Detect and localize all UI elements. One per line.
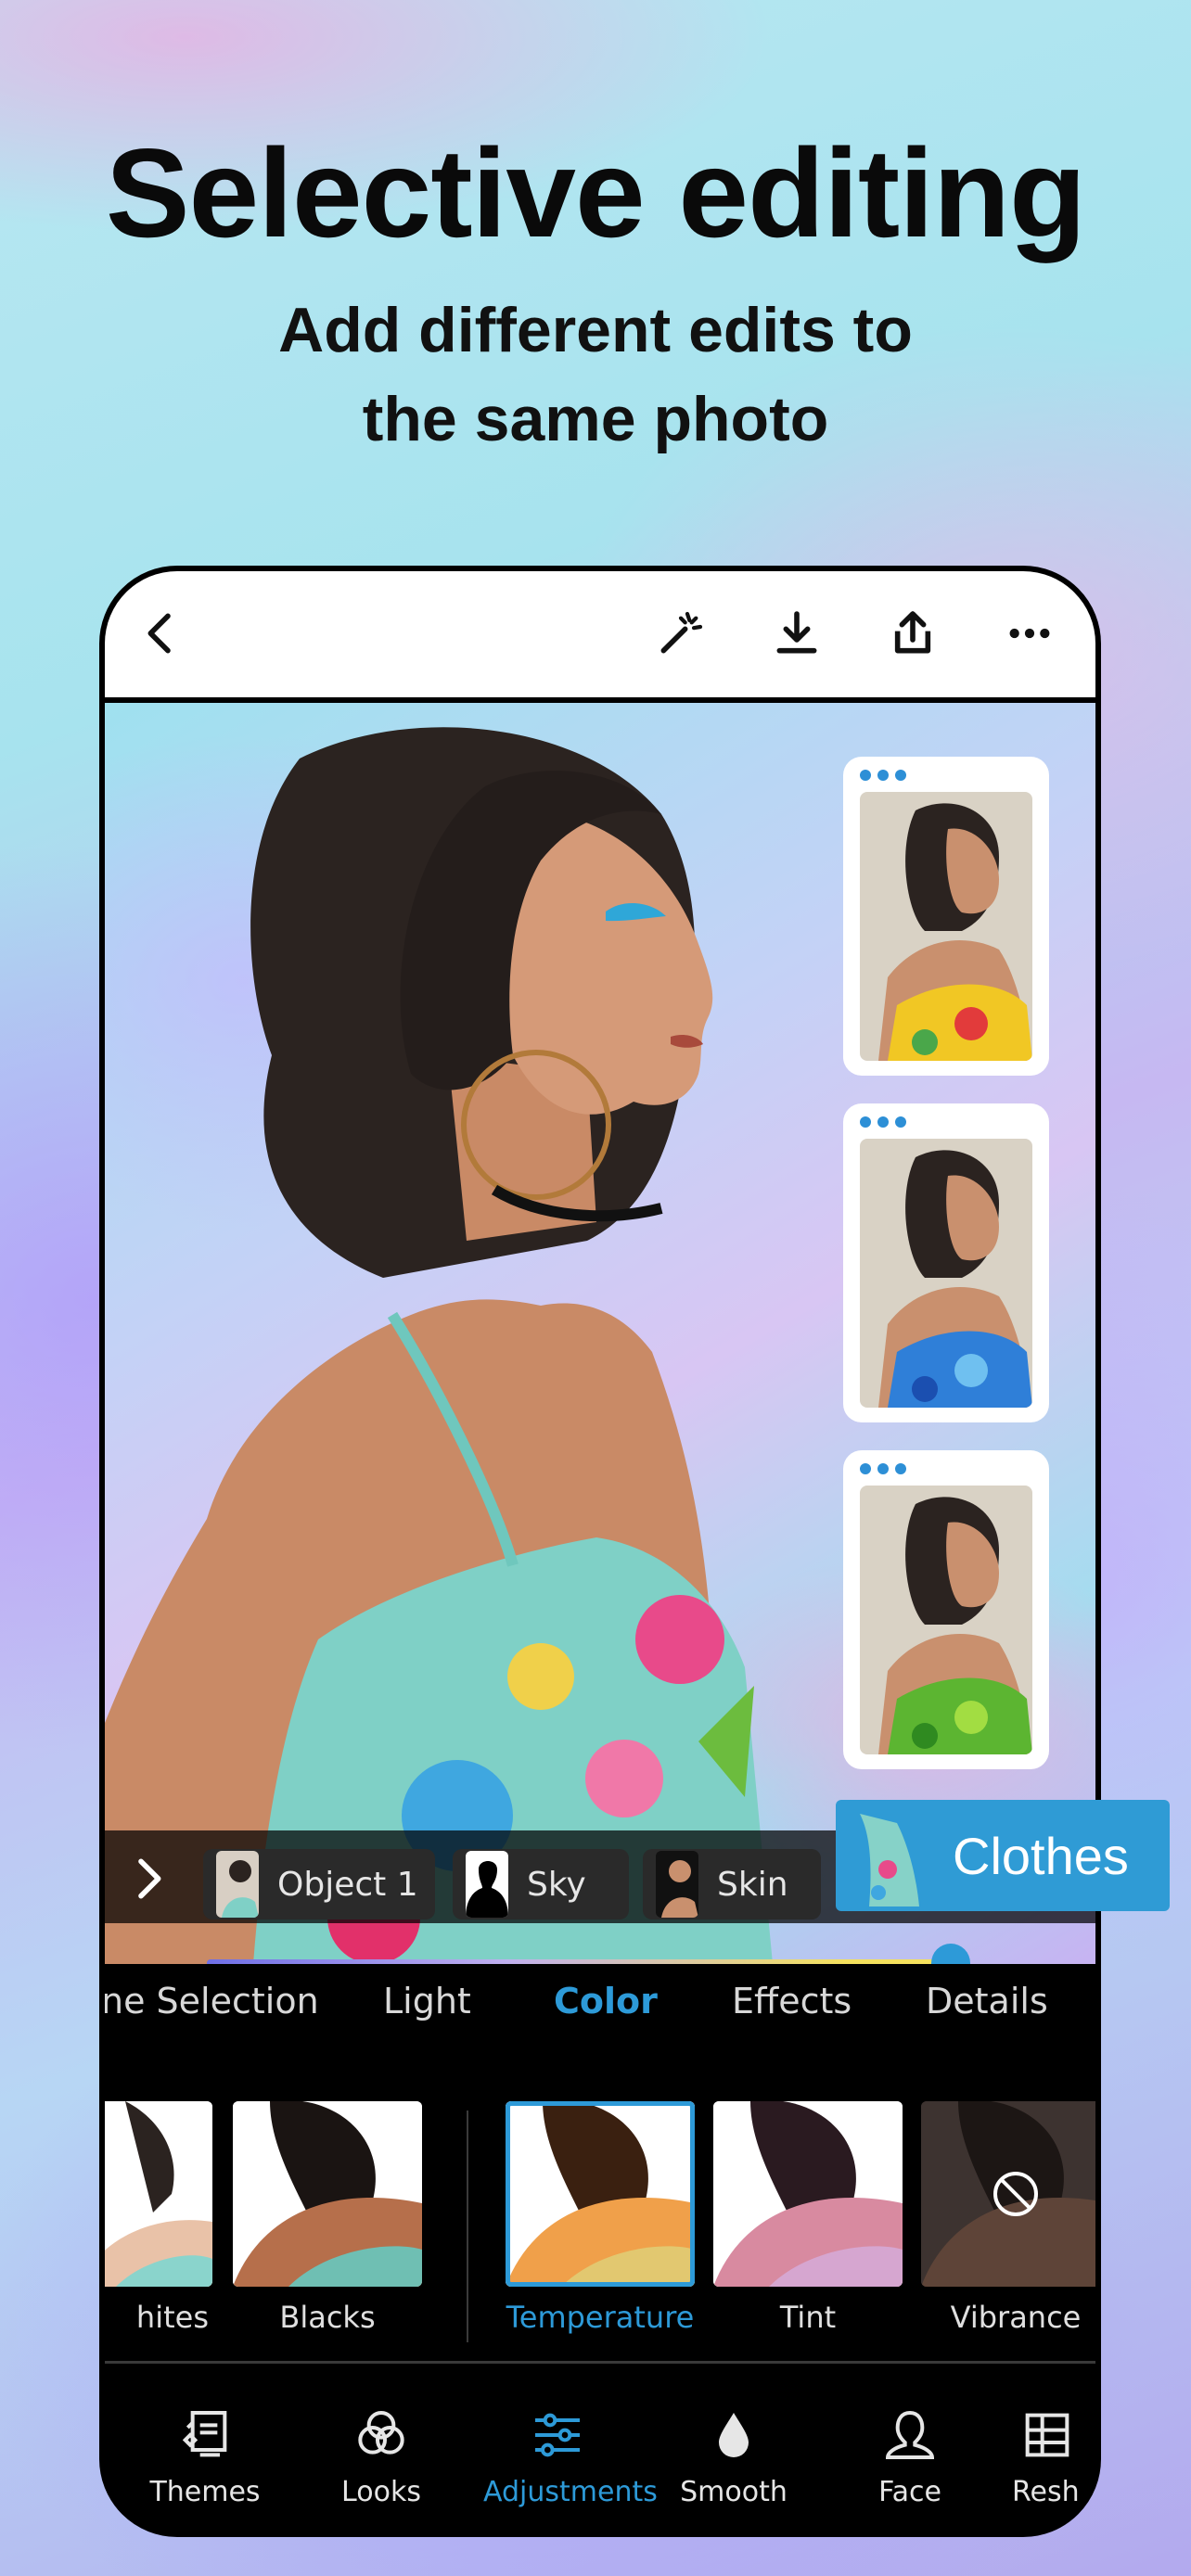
tab-selection[interactable]: ne Selection — [105, 1981, 319, 2021]
main-photo — [105, 703, 847, 1964]
photo-canvas[interactable]: Object 1 Sky Skin — [105, 703, 1095, 1964]
mask-thumb — [466, 1851, 508, 1918]
share-icon[interactable] — [884, 605, 941, 662]
nav-looks[interactable]: Looks — [307, 2405, 455, 2508]
looks-icon — [358, 2411, 404, 2455]
hero-subtitle-line1: Add different edits to — [278, 295, 913, 365]
download-icon[interactable] — [768, 605, 826, 662]
mask-chip-label: Sky — [527, 1865, 586, 1904]
nav-label: Adjustments — [483, 2476, 658, 2508]
magic-wand-icon[interactable] — [652, 605, 710, 662]
nav-label: Face — [878, 2476, 941, 2508]
variant-thumb-3 — [860, 1486, 1032, 1754]
tool-label: Tint — [779, 2300, 837, 2335]
bottom-navigation: Themes Looks Adjustments Smooth Face Res… — [105, 2378, 1095, 2526]
tab-light[interactable]: Light — [383, 1981, 471, 2021]
nav-face[interactable]: Face — [836, 2405, 984, 2508]
nav-adjustments[interactable]: Adjustments — [483, 2405, 658, 2508]
adjustment-tools: hites Blacks Temperature Tint Vibrance — [105, 2101, 1095, 2335]
tab-details[interactable]: Details — [926, 1981, 1048, 2021]
nav-label: Smooth — [680, 2476, 788, 2508]
hero-title: Selective editing — [105, 122, 1086, 263]
more-icon[interactable] — [1001, 605, 1058, 662]
tool-temperature[interactable]: Temperature — [506, 2101, 695, 2335]
reshape-icon — [1025, 2413, 1069, 2457]
back-icon[interactable] — [133, 605, 190, 662]
tool-label: Blacks — [279, 2300, 376, 2335]
nav-label: Resh — [1012, 2476, 1080, 2508]
tool-thumb — [233, 2101, 422, 2287]
mask-chip-label: Clothes — [953, 1826, 1129, 1885]
tool-thumb — [506, 2101, 695, 2287]
smooth-icon — [719, 2413, 749, 2457]
mask-chip-sky[interactable]: Sky — [453, 1849, 629, 1919]
mask-thumb — [216, 1851, 259, 1918]
variant-card-1[interactable] — [843, 757, 1049, 1076]
nav-label: Themes — [149, 2476, 261, 2508]
phone-frame: Object 1 Sky Skin ne Selection Light Col… — [99, 566, 1101, 2537]
adjustment-tabs: ne Selection Light Color Effects Details — [105, 1981, 1095, 2064]
mask-chip-skin[interactable]: Skin — [643, 1849, 821, 1919]
themes-icon — [182, 2411, 227, 2457]
mask-chip-clothes[interactable]: Clothes — [836, 1800, 1170, 1911]
face-icon — [885, 2410, 935, 2459]
nav-themes[interactable]: Themes — [131, 2405, 279, 2508]
tool-label: hites — [135, 2300, 209, 2335]
hero-subtitle: Add different edits to the same photo — [0, 286, 1191, 464]
mask-thumb — [656, 1851, 698, 1918]
tool-label: Vibrance — [950, 2300, 1082, 2335]
variant-thumb-1 — [860, 792, 1032, 1061]
intensity-slider-track[interactable] — [207, 1959, 958, 1964]
mask-chip-label: Object 1 — [277, 1865, 418, 1904]
tool-thumb — [105, 2101, 212, 2287]
tab-effects[interactable]: Effects — [732, 1981, 852, 2021]
variant-menu-icon[interactable] — [860, 1116, 906, 1128]
hero-subtitle-line2: the same photo — [362, 384, 829, 454]
divider — [105, 2361, 1095, 2364]
chevron-right-icon[interactable] — [122, 1853, 173, 1905]
nav-smooth[interactable]: Smooth — [660, 2405, 808, 2508]
variant-card-3[interactable] — [843, 1450, 1049, 1769]
variant-menu-icon[interactable] — [860, 770, 906, 781]
tab-color[interactable]: Color — [554, 1981, 658, 2021]
mask-chip-object-1[interactable]: Object 1 — [203, 1849, 435, 1919]
top-toolbar — [105, 571, 1095, 703]
variant-card-2[interactable] — [843, 1103, 1049, 1422]
tool-label: Temperature — [506, 2300, 695, 2335]
intensity-slider-knob[interactable] — [931, 1944, 970, 1964]
tool-whites[interactable]: hites — [105, 2101, 212, 2335]
mask-thumb — [841, 1804, 919, 1906]
divider — [467, 2111, 468, 2342]
mask-chip-label: Skin — [717, 1865, 788, 1904]
adjustments-icon — [535, 2413, 580, 2457]
variant-menu-icon[interactable] — [860, 1463, 906, 1474]
nav-label: Looks — [341, 2476, 421, 2508]
tool-tint[interactable]: Tint — [713, 2101, 903, 2335]
tool-blacks[interactable]: Blacks — [233, 2101, 422, 2335]
tool-thumb — [713, 2101, 903, 2287]
nav-reshape[interactable]: Resh — [1005, 2405, 1095, 2508]
tool-thumb — [921, 2101, 1095, 2287]
tool-vibrance[interactable]: Vibrance — [921, 2101, 1095, 2335]
variant-thumb-2 — [860, 1139, 1032, 1408]
